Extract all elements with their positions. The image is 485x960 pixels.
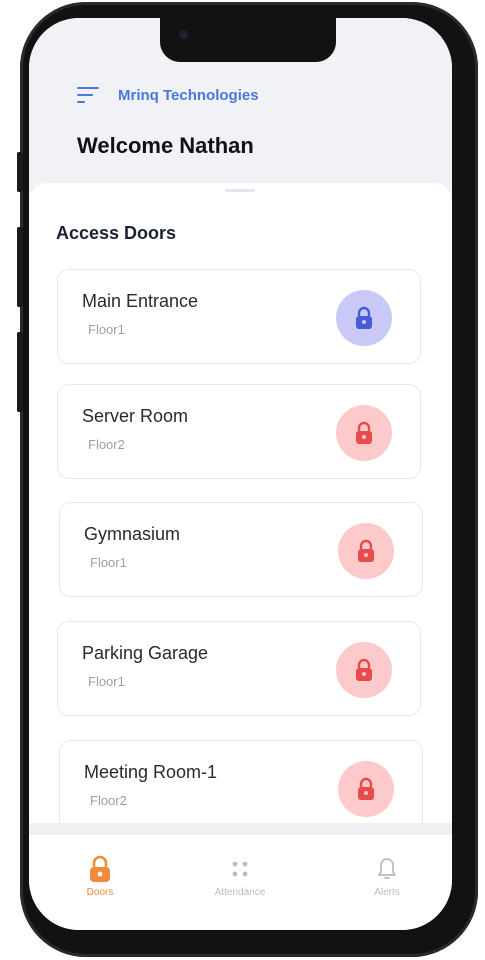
door-floor: Floor1: [90, 555, 127, 570]
tab-label: Doors: [86, 887, 114, 898]
door-name: Main Entrance: [82, 291, 199, 311]
door-card-parking-garage[interactable]: Parking Garage Floor1: [57, 621, 421, 716]
lock-icon: [356, 658, 372, 681]
tab-alerts[interactable]: Alerts: [347, 855, 427, 905]
tab-doors[interactable]: Doors: [60, 855, 140, 905]
door-floor: Floor1: [88, 674, 125, 689]
bell-icon: [378, 858, 396, 879]
door-floor: Floor1: [88, 322, 125, 337]
door-name: Meeting Room-1: [84, 762, 218, 782]
dots-grid-icon: [232, 861, 248, 877]
door-name: Gymnasium: [84, 524, 181, 544]
tab-attendance[interactable]: Attendance: [200, 855, 280, 905]
door-name: Parking Garage: [82, 643, 209, 663]
volume-down-button: [17, 332, 23, 412]
door-card-server-room[interactable]: Server Room Floor2: [57, 384, 421, 479]
sheet-drag-handle[interactable]: [225, 189, 255, 192]
door-card-meeting-room-1[interactable]: Meeting Room-1 Floor2: [59, 740, 423, 835]
app-screen: Mrinq Technologies Welcome Nathan Access…: [29, 18, 452, 930]
door-floor: Floor2: [88, 437, 125, 452]
lock-toggle-button[interactable]: [336, 642, 392, 698]
doors-sheet: Access Doors Main Entrance Floor1 Server…: [29, 183, 452, 835]
notch: [160, 18, 336, 62]
door-card-main-entrance[interactable]: Main Entrance Floor1: [57, 269, 421, 364]
door-name: Server Room: [82, 406, 189, 426]
company-name: Mrinq Technologies: [118, 87, 259, 104]
section-title: Access Doors: [56, 223, 177, 243]
tab-label: Alerts: [374, 887, 400, 898]
lock-icon: [358, 777, 374, 800]
welcome-title: Welcome Nathan: [77, 133, 254, 158]
lock-toggle-button[interactable]: [338, 523, 394, 579]
lock-icon: [356, 421, 372, 444]
tab-label: Attendance: [214, 887, 266, 898]
lock-icon: [90, 855, 110, 882]
unlock-toggle-button[interactable]: [336, 290, 392, 346]
hamburger-menu-icon[interactable]: [77, 85, 99, 105]
bottom-tab-bar: Doors Attendance Alerts: [29, 835, 452, 930]
lock-icon: [356, 306, 372, 329]
mute-switch: [17, 152, 23, 192]
door-floor: Floor2: [90, 793, 127, 808]
volume-up-button: [17, 227, 23, 307]
tabbar-divider: [29, 823, 452, 835]
lock-toggle-button[interactable]: [338, 761, 394, 817]
door-card-gymnasium[interactable]: Gymnasium Floor1: [59, 502, 423, 597]
lock-icon: [358, 539, 374, 562]
front-camera: [179, 30, 188, 39]
lock-toggle-button[interactable]: [336, 405, 392, 461]
